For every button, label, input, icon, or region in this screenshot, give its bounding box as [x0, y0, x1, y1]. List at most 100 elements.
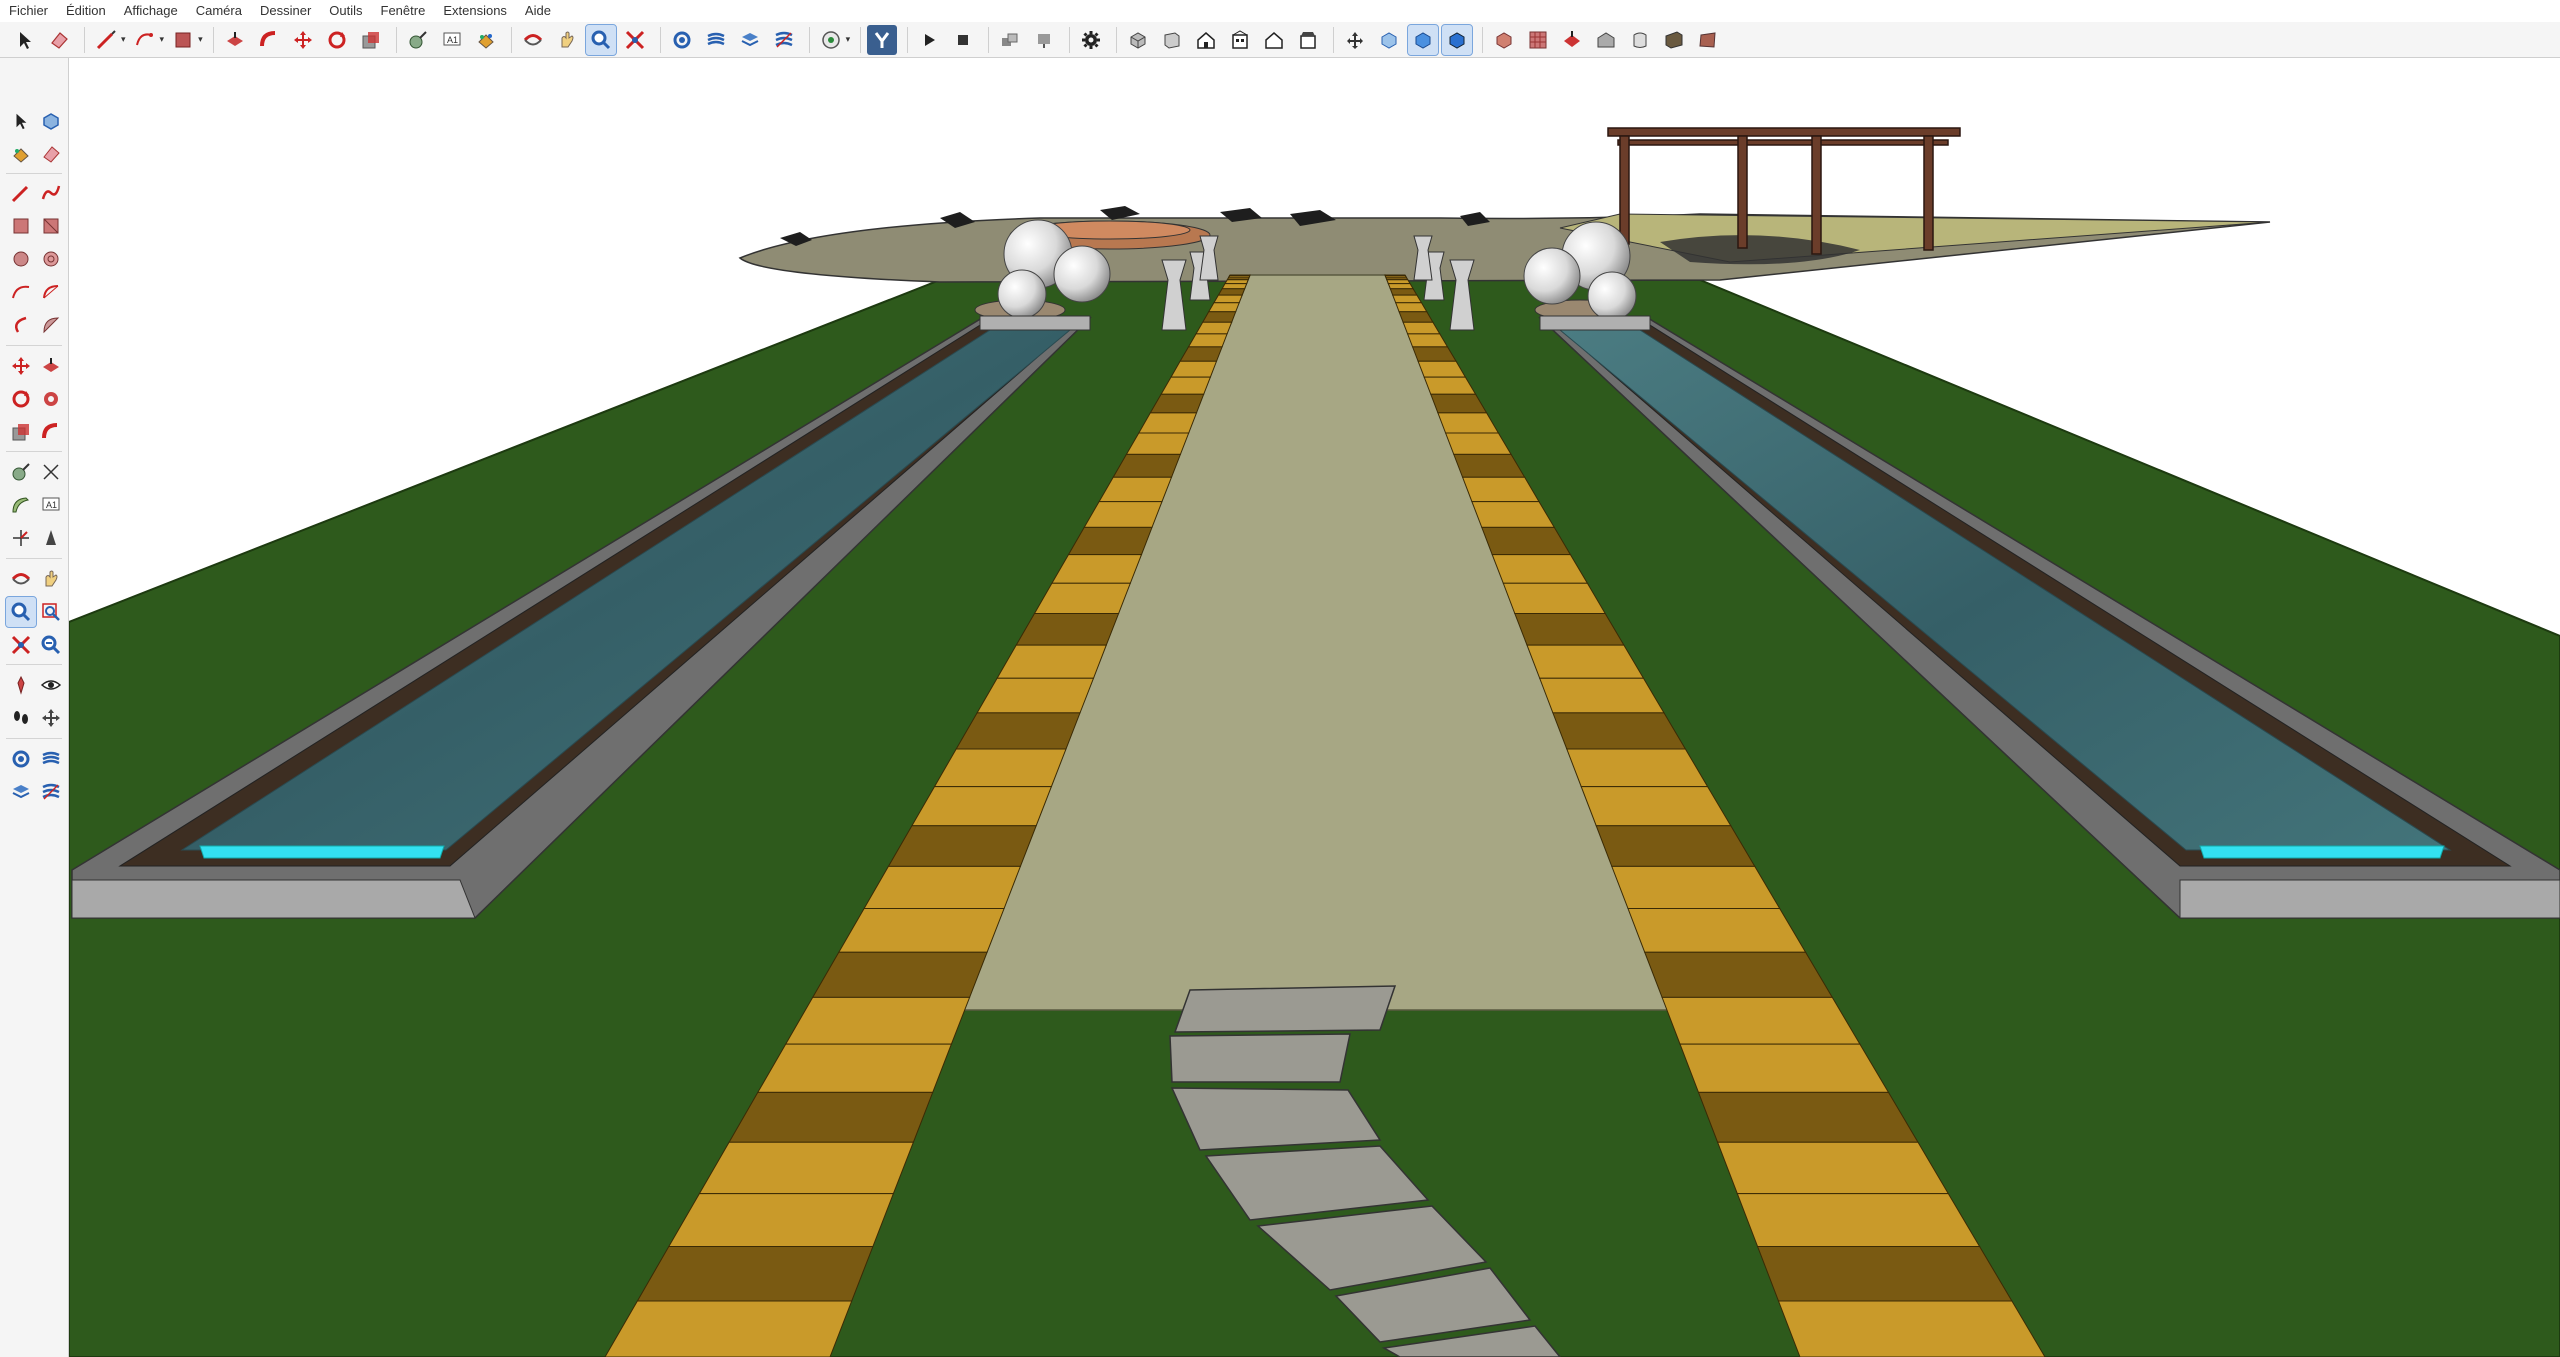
monochrome-icon[interactable] [1557, 25, 1587, 55]
menu-file[interactable]: Fichier [0, 0, 57, 22]
left-view-icon[interactable] [1293, 25, 1323, 55]
look-around-icon[interactable] [36, 670, 66, 700]
text-icon[interactable]: A1 [36, 490, 66, 520]
orbit-icon[interactable] [518, 25, 548, 55]
rectangle-icon[interactable] [168, 25, 198, 55]
extension-warehouse-icon[interactable] [1625, 25, 1655, 55]
move-icon[interactable] [288, 25, 318, 55]
stop-icon[interactable] [948, 25, 978, 55]
geolocation-icon[interactable] [816, 25, 846, 55]
freehand-icon[interactable] [36, 178, 66, 208]
menu-help[interactable]: Aide [516, 0, 560, 22]
previous-view-icon[interactable] [36, 630, 66, 660]
sandbox-icon[interactable] [1693, 25, 1723, 55]
chevron-down-icon[interactable]: ▾ [160, 34, 165, 45]
front-view-icon[interactable] [1191, 25, 1221, 55]
wireframe-icon[interactable] [1407, 23, 1440, 56]
eraser-icon[interactable] [36, 139, 66, 169]
scale-icon[interactable] [356, 25, 386, 55]
three-point-arc-icon[interactable] [36, 310, 66, 340]
eraser-icon[interactable] [44, 25, 74, 55]
pie-icon[interactable] [36, 277, 66, 307]
arc-icon[interactable] [130, 25, 160, 55]
pan-icon[interactable] [552, 25, 582, 55]
iso-view-icon[interactable] [1123, 25, 1153, 55]
chevron-down-icon[interactable]: ▾ [121, 34, 126, 45]
paint-icon[interactable] [471, 25, 501, 55]
zoom-extents-icon[interactable] [6, 630, 36, 660]
play-icon[interactable] [914, 25, 944, 55]
walk-icon[interactable] [6, 703, 36, 733]
chevron-down-icon[interactable]: ▾ [198, 34, 203, 45]
back-view-icon[interactable] [1259, 25, 1289, 55]
rotate-icon[interactable] [322, 25, 352, 55]
menu-window[interactable]: Fenêtre [372, 0, 435, 22]
tags-icon[interactable] [735, 25, 765, 55]
position-camera-icon[interactable] [6, 670, 36, 700]
layers-icon[interactable] [6, 777, 36, 807]
layers-icon[interactable] [701, 25, 731, 55]
tape-icon[interactable] [6, 457, 36, 487]
line-icon[interactable] [91, 25, 121, 55]
pan-icon[interactable] [36, 564, 66, 594]
menu-edit[interactable]: Édition [57, 0, 115, 22]
pushpull-icon[interactable] [36, 351, 66, 381]
extension-y-icon[interactable] [867, 24, 898, 55]
settings-gear-icon[interactable] [1076, 25, 1106, 55]
axes-icon[interactable] [6, 523, 36, 553]
dimension-icon[interactable] [36, 457, 66, 487]
backedges-icon[interactable] [1374, 25, 1404, 55]
section-fill-icon[interactable] [6, 744, 36, 774]
polygon-icon[interactable] [36, 244, 66, 274]
brick-paver [667, 1193, 895, 1247]
two-point-arc-icon[interactable] [6, 310, 36, 340]
menu-extensions[interactable]: Extensions [434, 0, 516, 22]
circle-icon[interactable] [6, 244, 36, 274]
menu-draw[interactable]: Dessiner [251, 0, 320, 22]
menu-camera[interactable]: Caméra [187, 0, 251, 22]
rotate-icon[interactable] [6, 384, 36, 414]
paint-icon[interactable] [6, 139, 36, 169]
tape-icon[interactable] [403, 25, 433, 55]
layout-icon[interactable] [1659, 25, 1689, 55]
move-icon[interactable] [6, 351, 36, 381]
warehouse-icon[interactable] [1591, 25, 1621, 55]
outliner-icon[interactable] [36, 777, 66, 807]
zoom-icon[interactable] [584, 23, 617, 56]
xray-icon[interactable] [1340, 25, 1370, 55]
offset-icon[interactable] [36, 417, 66, 447]
menu-view[interactable]: Affichage [115, 0, 187, 22]
zoom-window-icon[interactable] [36, 597, 66, 627]
section-icon[interactable] [667, 25, 697, 55]
component-icon[interactable] [36, 106, 66, 136]
line-icon[interactable] [6, 178, 36, 208]
zoom-icon[interactable] [5, 596, 37, 628]
zoom-extents-icon[interactable] [620, 25, 650, 55]
chevron-down-icon[interactable]: ▾ [846, 34, 851, 45]
orbit-icon[interactable] [6, 564, 36, 594]
select-icon[interactable] [10, 25, 40, 55]
shaded-icon[interactable] [1489, 25, 1519, 55]
styles-icon[interactable] [769, 25, 799, 55]
hidden-line-icon[interactable] [1441, 23, 1474, 56]
text-icon[interactable]: A1 [437, 25, 467, 55]
section-display-icon[interactable] [36, 744, 66, 774]
3d-text-icon[interactable] [36, 523, 66, 553]
protractor-icon[interactable] [6, 490, 36, 520]
scenes-icon[interactable] [995, 25, 1025, 55]
select-icon[interactable] [6, 106, 36, 136]
right-view-icon[interactable] [1225, 25, 1255, 55]
rectangle-icon[interactable] [6, 211, 36, 241]
menu-tools[interactable]: Outils [320, 0, 371, 22]
top-view-icon[interactable] [1157, 25, 1187, 55]
textured-icon[interactable] [1523, 25, 1553, 55]
arc-icon[interactable] [6, 277, 36, 307]
scale-icon[interactable] [6, 417, 36, 447]
followme-icon[interactable] [36, 384, 66, 414]
rotated-rectangle-icon[interactable] [36, 211, 66, 241]
followme-icon[interactable] [254, 25, 284, 55]
scenes-icon[interactable] [1029, 25, 1059, 55]
section-plane-icon[interactable] [36, 703, 66, 733]
model-viewport[interactable] [69, 59, 2560, 1357]
pushpull-icon[interactable] [220, 25, 250, 55]
